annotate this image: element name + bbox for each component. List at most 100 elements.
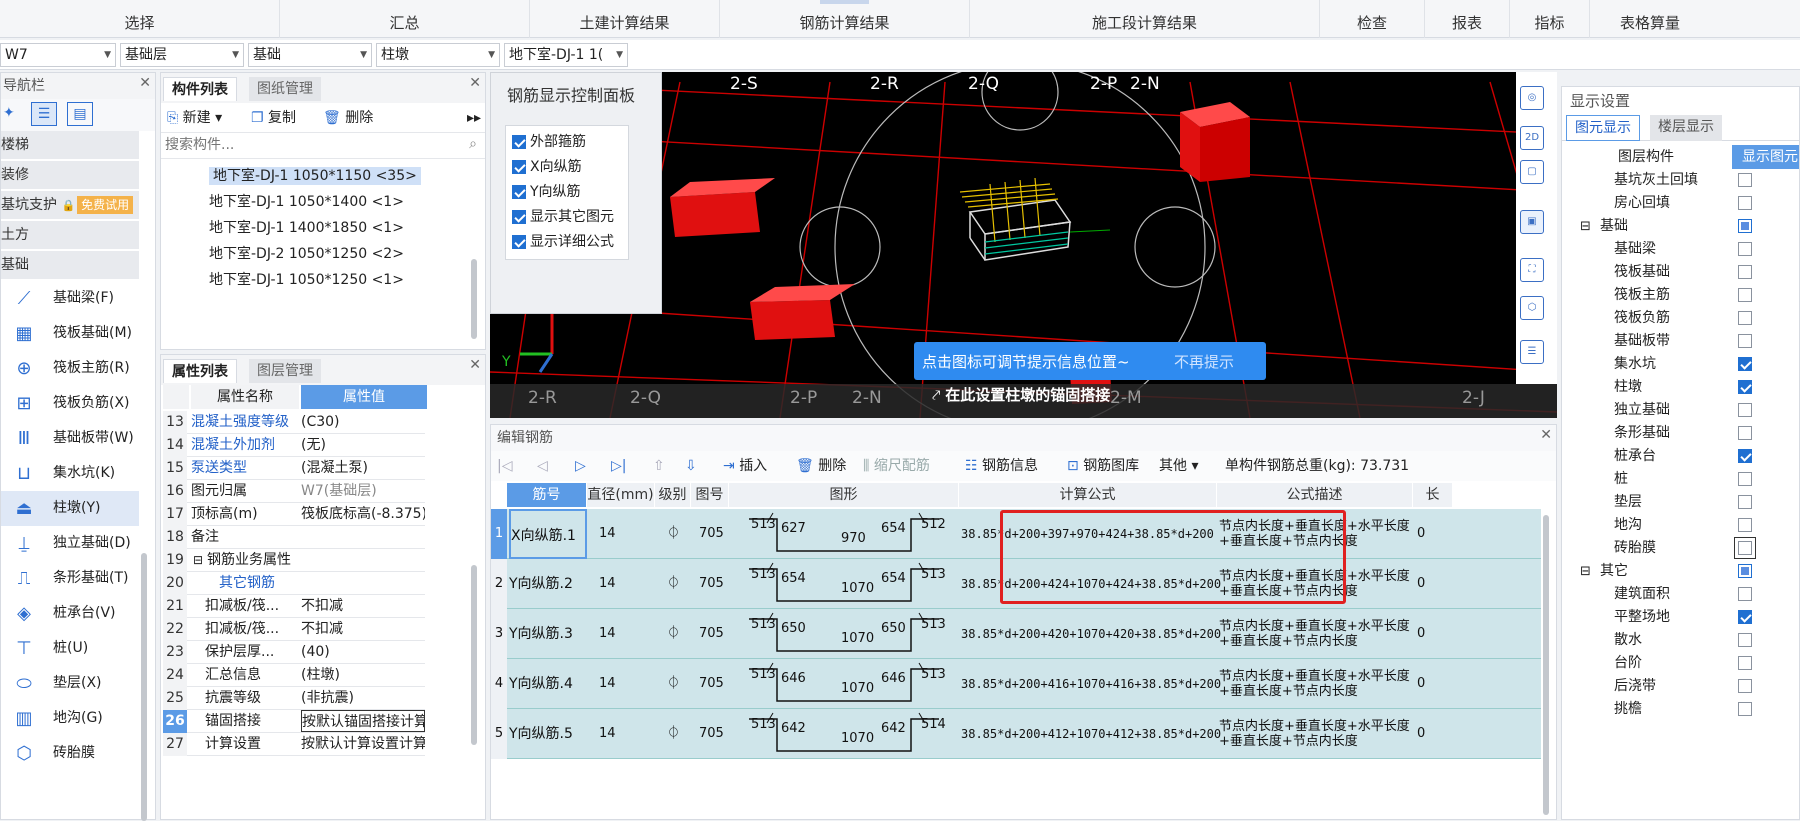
display-setting-row[interactable]: ⊟ 其它: [1562, 560, 1772, 583]
show-checkbox[interactable]: [1738, 196, 1752, 210]
component-select[interactable]: 地下室-DJ-1 1(▼: [504, 43, 628, 67]
rebar-row[interactable]: 3 Y向纵筋.3 14 ⏀ 705 513 650 1070 650 513 38.85*d+200…: [491, 609, 1541, 659]
property-value[interactable]: (非抗震): [301, 687, 425, 710]
show-checkbox[interactable]: [1738, 173, 1752, 187]
collapse-icon[interactable]: ⊟: [1580, 215, 1591, 238]
display-setting-row[interactable]: 柱墩: [1562, 376, 1772, 399]
property-row[interactable]: 14 混凝土外加剂 (无): [163, 434, 425, 457]
component-list-item[interactable]: 地下室-DJ-1 1400*1850 <1>: [161, 215, 485, 241]
display-setting-row[interactable]: 桩: [1562, 468, 1772, 491]
first-record-icon[interactable]: |◁: [497, 455, 512, 477]
tab-layer-manage[interactable]: 图层管理: [249, 359, 321, 383]
nav-item[interactable]: ▦ 筏板基础(M): [1, 316, 139, 351]
display-setting-row[interactable]: 筏板基础: [1562, 261, 1772, 284]
display-setting-row[interactable]: 条形基础: [1562, 422, 1772, 445]
move-down-icon[interactable]: ⇩: [685, 455, 697, 477]
property-row[interactable]: 19 钢筋业务属性 ⊟: [163, 549, 425, 572]
nav-item[interactable]: ⊕ 筏板主筋(R): [1, 351, 139, 386]
rebar-grid-scrollbar[interactable]: [1543, 515, 1549, 815]
nav-category-earthwork[interactable]: 土方: [1, 221, 139, 249]
property-value[interactable]: (40): [301, 641, 425, 664]
display-setting-row[interactable]: 垫层: [1562, 491, 1772, 514]
nav-item[interactable]: Ⅲ 基础板带(W): [1, 421, 139, 456]
display-setting-row[interactable]: 集水坑: [1562, 353, 1772, 376]
rebar-display-check[interactable]: X向纵筋: [512, 155, 622, 180]
rebar-delete-button[interactable]: 🗑 删除: [796, 455, 846, 477]
copy-button[interactable]: ❐ 复制: [251, 107, 296, 129]
property-value[interactable]: (柱墩): [301, 664, 425, 687]
ribbon-tab-civil-results[interactable]: 土建计算结果: [530, 0, 720, 38]
close-icon[interactable]: ✕: [469, 357, 481, 373]
ribbon-tab-report[interactable]: 报表: [1425, 0, 1510, 38]
ribbon-tab-rebar-results[interactable]: 钢筋计算结果: [720, 0, 970, 38]
display-setting-row[interactable]: 挑檐: [1562, 698, 1772, 721]
tab-drawing-manage[interactable]: 图纸管理: [249, 77, 321, 101]
show-checkbox[interactable]: [1738, 242, 1752, 256]
nav-item[interactable]: ⊞ 筏板负筋(X): [1, 386, 139, 421]
rebar-display-check[interactable]: 外部箍筋: [512, 130, 622, 155]
show-checkbox[interactable]: [1738, 587, 1752, 601]
nav-item[interactable]: ▥ 地沟(G): [1, 701, 139, 736]
rebar-display-check[interactable]: Y向纵筋: [512, 180, 622, 205]
nav-item[interactable]: ⊔ 集水坑(K): [1, 456, 139, 491]
rebar-library-button[interactable]: ⊡ 钢筋图库: [1067, 455, 1139, 477]
ribbon-tab-table-calc[interactable]: 表格算量: [1590, 0, 1710, 38]
show-checkbox[interactable]: [1738, 265, 1752, 279]
property-row[interactable]: 21 扣减板/筏... 不扣减: [163, 595, 425, 618]
property-row[interactable]: 17 顶标高(m) 筏板底标高(-8.375): [163, 503, 425, 526]
display-setting-row[interactable]: 房心回填: [1562, 192, 1772, 215]
property-value[interactable]: (C30): [301, 411, 425, 434]
show-checkbox[interactable]: [1738, 679, 1752, 693]
display-setting-row[interactable]: 台阶: [1562, 652, 1772, 675]
show-checkbox[interactable]: [1738, 380, 1752, 394]
property-row[interactable]: 23 保护层厚... (40): [163, 641, 425, 664]
property-row[interactable]: 13 混凝土强度等级 (C30): [163, 411, 425, 434]
scale-rebar-button[interactable]: ⫼ 缩尺配筋: [863, 455, 930, 477]
show-checkbox[interactable]: [1738, 564, 1752, 578]
show-checkbox[interactable]: [1738, 357, 1752, 371]
property-value[interactable]: (无): [301, 434, 425, 457]
display-setting-row[interactable]: 基础板带: [1562, 330, 1772, 353]
rebar-display-check[interactable]: 显示其它图元: [512, 205, 622, 230]
more-icon[interactable]: ▸▸: [467, 107, 481, 129]
property-row[interactable]: 15 泵送类型 (混凝土泵): [163, 457, 425, 480]
display-setting-row[interactable]: 独立基础: [1562, 399, 1772, 422]
property-value[interactable]: W7(基础层): [301, 480, 425, 503]
collapse-icon[interactable]: ⊟: [1580, 560, 1591, 583]
display-setting-row[interactable]: 基础梁: [1562, 238, 1772, 261]
tab-element-display[interactable]: 图元显示: [1566, 115, 1640, 141]
category-select[interactable]: 基础 ▼: [248, 43, 372, 67]
other-menu-button[interactable]: 其他 ▾: [1159, 455, 1198, 477]
ribbon-tab-check[interactable]: 检查: [1320, 0, 1425, 38]
property-value[interactable]: 按默认锚固搭接计算: [301, 710, 425, 732]
show-checkbox[interactable]: [1738, 633, 1752, 647]
search-icon[interactable]: ⌕: [469, 136, 477, 152]
move-up-icon[interactable]: ⇧: [653, 455, 665, 477]
view-3d-icon[interactable]: ▣: [1520, 210, 1544, 234]
nav-category-stairs[interactable]: 楼梯: [1, 131, 139, 159]
new-button[interactable]: ⎘ 新建 ▾: [167, 107, 222, 129]
property-value[interactable]: 按默认计算设置计算: [301, 733, 425, 756]
floor-select[interactable]: W7 ▼: [0, 43, 116, 67]
ribbon-tab-summary[interactable]: 汇总: [280, 0, 530, 38]
nav-item[interactable]: ⏏ 柱墩(Y): [1, 491, 139, 526]
tab-floor-display[interactable]: 楼层显示: [1650, 115, 1722, 141]
rebar-info-button[interactable]: ☷ 钢筋信息: [965, 455, 1038, 477]
display-setting-row[interactable]: 筏板负筋: [1562, 307, 1772, 330]
orbit-icon[interactable]: ◎: [1520, 86, 1544, 110]
close-icon[interactable]: ✕: [469, 75, 481, 91]
display-setting-row[interactable]: 桩承台: [1562, 445, 1772, 468]
anchor-setting-hint[interactable]: ⤤ 在此设置柱墩的锚固搭接: [932, 384, 1110, 405]
prev-record-icon[interactable]: ◁: [537, 455, 548, 477]
component-scrollbar[interactable]: [471, 259, 477, 339]
nav-category-foundation[interactable]: 基础: [1, 251, 139, 279]
property-row[interactable]: 18 备注: [163, 526, 425, 549]
close-icon[interactable]: ✕: [139, 75, 151, 91]
display-setting-row[interactable]: 基坑灰土回填: [1562, 169, 1772, 192]
tooltip-dismiss-link[interactable]: 不再提示: [1174, 351, 1234, 372]
detail-view-icon[interactable]: ▤: [67, 102, 93, 126]
property-value[interactable]: 不扣减: [301, 618, 425, 641]
property-row[interactable]: 25 抗震等级 (非抗震): [163, 687, 425, 710]
property-value[interactable]: (混凝土泵): [301, 457, 425, 480]
type-select[interactable]: 柱墩 ▼: [376, 43, 500, 67]
